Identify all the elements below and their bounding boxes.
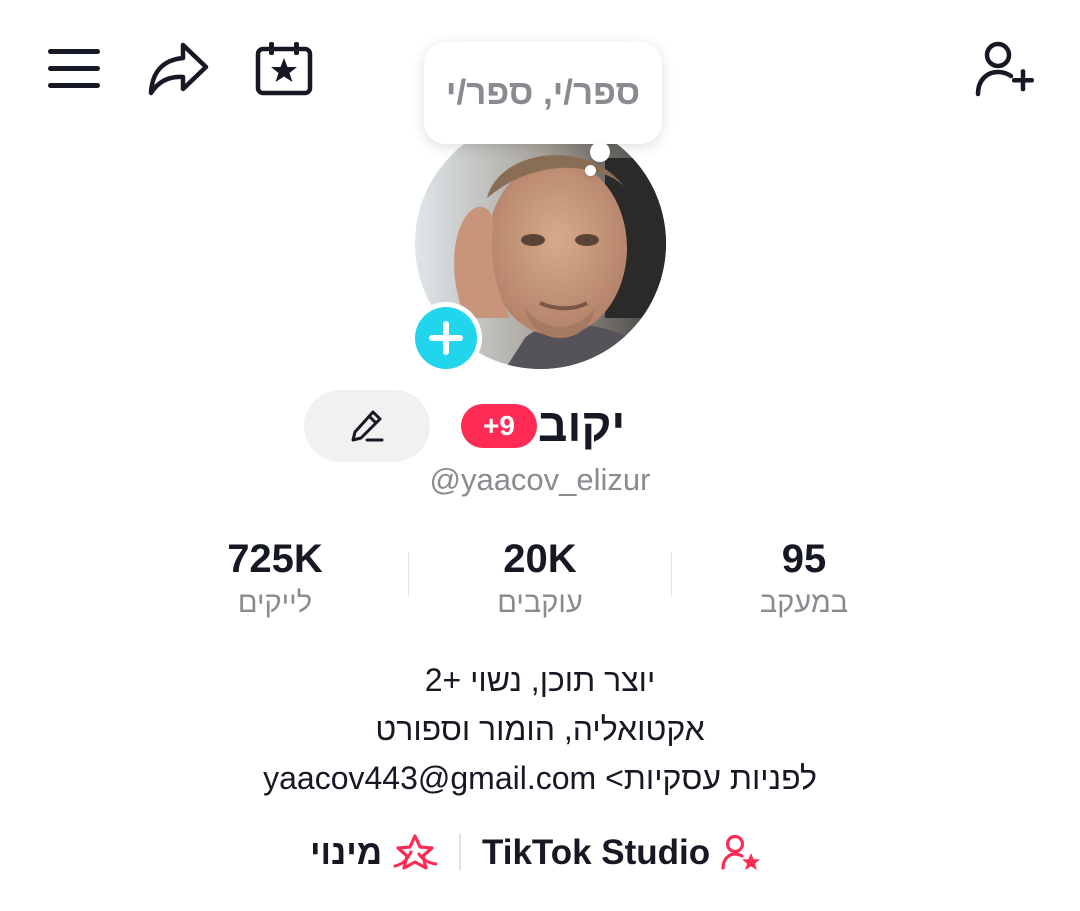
stat-following[interactable]: 95 במעקב [684,535,924,623]
promote-link[interactable]: מינוי [310,828,438,878]
add-story-circle [415,307,477,369]
bio-line: אקטואליה, הומור וספורט [375,711,705,747]
bio-line: לפניות עסקיות> yaacov443@gmail.com [263,760,817,796]
subscription-star-icon [393,834,438,870]
stat-likes-value: 725K [227,537,323,581]
age-badge-text: +9 [483,410,515,441]
add-story-icon [429,321,463,355]
link-divider [459,834,461,870]
pencil-icon [351,410,384,442]
profile-note-bubble[interactable]: ספר/י, ספר/י [424,42,662,144]
creator-star-icon [721,834,761,870]
calendar-button[interactable] [254,40,314,96]
tiktok-studio-link[interactable]: TikTok Studio [482,828,762,878]
stat-likes[interactable]: 725K לייקים [155,535,395,623]
bio: יוצר תוכן, נשוי +2 אקטואליה, הומור וספור… [140,656,940,803]
stat-likes-label: לייקים [237,587,313,619]
note-bubble-tail [590,142,610,162]
age-badge: +9 [461,404,537,448]
add-friend-button[interactable] [974,40,1038,98]
menu-icon [48,49,100,88]
calendar-star-icon [255,42,313,96]
profile-note-text: ספר/י, ספר/י [445,73,641,112]
stat-followers[interactable]: 20K עוקבים [420,535,660,623]
add-story-button[interactable] [410,302,482,374]
stat-followers-value: 20K [503,537,577,581]
display-name: יקוב [538,399,626,451]
menu-button[interactable] [46,46,102,90]
add-friend-icon [975,41,1034,97]
bio-line: יוצר תוכן, נשוי +2 [424,662,656,698]
stat-following-label: במעקב [759,587,849,619]
stat-followers-label: עוקבים [497,587,583,619]
tiktok-studio-label: TikTok Studio [482,833,711,872]
note-bubble-tail-small [585,165,596,176]
stat-divider [408,552,409,596]
promote-label: מינוי [310,833,383,872]
username[interactable]: @yaacov_elizur [340,462,740,498]
stat-following-value: 95 [781,537,827,581]
stat-divider [671,552,672,596]
share-profile-button[interactable] [146,40,210,98]
share-icon [148,42,209,96]
edit-profile-button[interactable] [304,390,430,462]
